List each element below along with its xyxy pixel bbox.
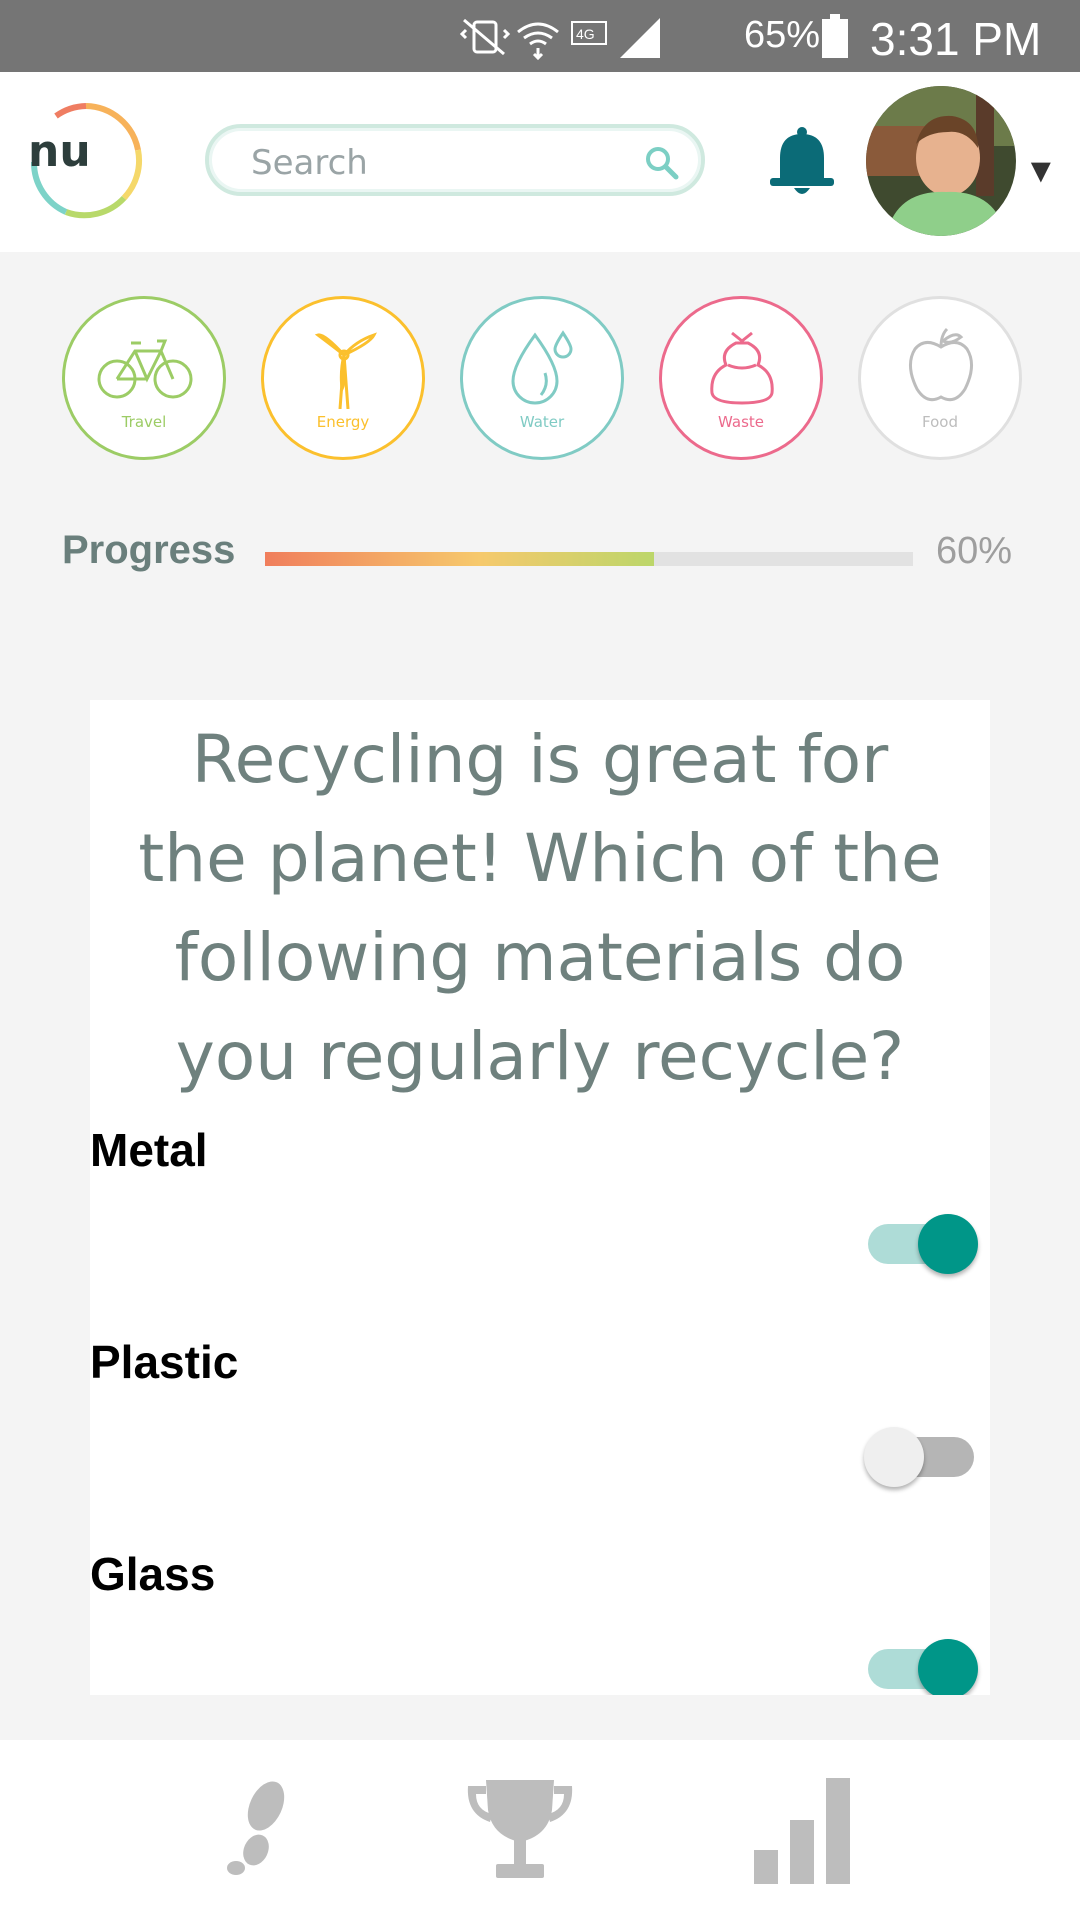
category-label: Energy xyxy=(316,413,370,431)
option-label-metal: Metal xyxy=(90,1124,208,1176)
app-header: nu ▼ xyxy=(0,72,1080,252)
footprints-icon[interactable] xyxy=(196,1770,316,1890)
category-label: Food xyxy=(922,413,958,431)
category-energy[interactable]: Energy xyxy=(261,296,425,460)
battery-icon xyxy=(822,14,848,58)
lte-icon: 4G xyxy=(571,21,607,45)
option-label-plastic: Plastic xyxy=(90,1336,239,1388)
logo-text: nu xyxy=(28,126,91,177)
progress-percent: 60% xyxy=(936,530,1013,572)
bicycle-icon xyxy=(97,339,193,399)
category-label: Travel xyxy=(121,413,167,431)
avatar[interactable] xyxy=(866,86,1016,236)
status-bar: 4G 65% 3:31 PM xyxy=(0,0,1080,72)
bar-chart-icon[interactable] xyxy=(744,1770,864,1890)
progress-bar xyxy=(265,552,913,566)
question-text: Recycling is great for the planet! Which… xyxy=(138,721,942,1095)
battery-percent: 65% xyxy=(744,14,821,56)
toggle-metal[interactable] xyxy=(866,1210,978,1274)
toggle-knob xyxy=(918,1639,978,1695)
toggle-plastic[interactable] xyxy=(864,1423,978,1487)
water-drop-icon xyxy=(511,330,573,405)
wind-turbine-icon xyxy=(314,332,377,409)
search-icon[interactable] xyxy=(643,144,681,182)
category-water[interactable]: Water xyxy=(460,296,624,460)
progress-fill xyxy=(265,552,654,566)
trash-bag-icon xyxy=(710,331,774,405)
wifi-icon xyxy=(517,22,559,60)
category-food[interactable]: Food xyxy=(858,296,1022,460)
mute-vibrate-icon xyxy=(460,18,511,56)
category-label: Water xyxy=(519,413,565,431)
clock: 3:31 PM xyxy=(870,13,1042,65)
search-input[interactable] xyxy=(249,138,633,188)
bottom-nav xyxy=(0,1740,1080,1920)
status-icons: 4G xyxy=(460,18,660,60)
progress-label: Progress xyxy=(62,528,236,572)
bell-icon[interactable] xyxy=(766,124,838,202)
toggle-glass[interactable] xyxy=(866,1635,978,1695)
app-logo[interactable]: nu xyxy=(26,100,146,220)
question-card: Recycling is great for the planet! Which… xyxy=(90,700,990,1695)
option-label-glass: Glass xyxy=(90,1548,216,1600)
category-travel[interactable]: Travel xyxy=(62,296,226,460)
toggle-knob xyxy=(918,1214,978,1274)
signal-icon xyxy=(620,18,660,58)
apple-icon xyxy=(909,327,973,402)
avatar-photo xyxy=(866,86,1016,236)
category-waste[interactable]: Waste xyxy=(659,296,823,460)
svg-text:4G: 4G xyxy=(576,26,595,42)
trophy-icon[interactable] xyxy=(460,1770,580,1890)
toggle-knob xyxy=(864,1427,924,1487)
search-box[interactable] xyxy=(205,124,705,196)
category-label: Waste xyxy=(718,413,764,431)
caret-down-icon[interactable]: ▼ xyxy=(1024,152,1058,191)
